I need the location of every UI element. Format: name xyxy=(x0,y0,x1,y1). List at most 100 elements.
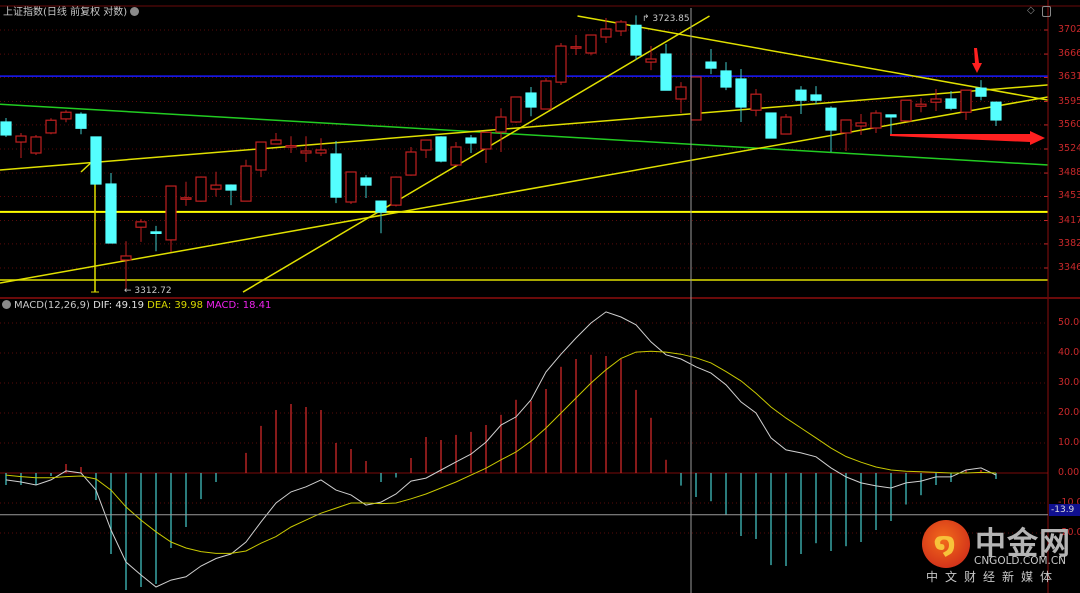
candle-down xyxy=(825,107,837,131)
price-tick-label: 3417 xyxy=(1058,214,1080,226)
dif-value: DIF: 49.19 xyxy=(93,300,144,311)
candle-up xyxy=(45,119,57,134)
macd-params: MACD(12,26,9) xyxy=(14,300,90,311)
candle-up xyxy=(120,255,132,261)
decorations xyxy=(0,0,1080,593)
candle-up xyxy=(495,116,507,133)
candle-up xyxy=(585,34,597,54)
macd-header: MACD(12,26,9) DIF: 49.19 DEA: 39.98 MACD… xyxy=(2,300,271,311)
candle-down xyxy=(330,153,342,198)
candle-down xyxy=(630,24,642,56)
candle-up xyxy=(135,221,147,228)
candle-up xyxy=(840,119,852,134)
candle-up xyxy=(300,150,312,154)
high-price-label: ↱ 3723.85 xyxy=(642,14,690,24)
red-right-arrow xyxy=(890,131,1045,145)
candle-up xyxy=(195,176,207,202)
candle-up xyxy=(615,21,627,32)
candle-up xyxy=(420,139,432,151)
macd-tick-label: 20.00 xyxy=(1058,407,1080,418)
drawn-lines xyxy=(0,15,1049,293)
macd-tick-label: 40.00 xyxy=(1058,347,1080,358)
candle-up xyxy=(930,98,942,103)
candle-up xyxy=(405,151,417,176)
candle-down xyxy=(90,136,102,185)
candle-up xyxy=(690,76,702,121)
candle-down xyxy=(525,92,537,108)
price-tick-label: 3666 xyxy=(1058,48,1080,60)
dea-value: DEA: 39.98 xyxy=(147,300,203,311)
cngold-logo-icon: ໑ xyxy=(922,520,970,568)
candle-down xyxy=(0,121,12,136)
price-tick-label: 3488 xyxy=(1058,167,1080,179)
candle-down xyxy=(810,94,822,101)
candle-up xyxy=(540,80,552,110)
candle-down xyxy=(975,87,987,97)
price-tick-label: 3702 xyxy=(1058,24,1080,35)
macd-value: MACD: 18.41 xyxy=(206,300,272,311)
grid-lines xyxy=(0,29,1048,534)
candle-down xyxy=(705,61,717,69)
candle-down xyxy=(945,98,957,109)
price-tick-label: 3346 xyxy=(1058,261,1080,273)
price-tick-label: 3524 xyxy=(1058,142,1080,154)
cursor-value-badge: -13.9 xyxy=(1049,504,1080,516)
candle-down xyxy=(885,114,897,118)
candle-down xyxy=(375,200,387,213)
candle-up xyxy=(645,58,657,63)
candle-up xyxy=(780,116,792,135)
candle-down xyxy=(735,78,747,108)
candle-up xyxy=(480,131,492,150)
chart-title: 上证指数(日线 前复权 对数) xyxy=(3,7,128,18)
watermark-slogan: 中文财经新媒体 xyxy=(926,570,1060,584)
candle-up xyxy=(570,46,582,49)
chart-canvas[interactable] xyxy=(0,0,1080,593)
candle-up xyxy=(900,99,912,122)
candle-down xyxy=(660,53,672,91)
candle-up xyxy=(240,165,252,202)
candle-up xyxy=(30,136,42,154)
low-price-value: 3312.72 xyxy=(134,286,172,296)
candle-up xyxy=(555,45,567,83)
macd-tick-label: 0.00 xyxy=(1058,467,1080,478)
candle-up xyxy=(180,197,192,200)
candle-down xyxy=(360,177,372,186)
settings-circle-icon[interactable] xyxy=(2,300,11,309)
macd-tick-label: 50.00 xyxy=(1058,317,1080,328)
panel-toggle-icon[interactable] xyxy=(1042,6,1051,17)
macd-tick-label: 30.00 xyxy=(1058,377,1080,388)
macd-panel xyxy=(5,311,997,590)
candle-up xyxy=(675,86,687,100)
candle-down xyxy=(225,184,237,191)
candle-up xyxy=(15,135,27,143)
candle-up xyxy=(270,139,282,145)
candle-up xyxy=(750,93,762,111)
candle-up xyxy=(345,171,357,203)
candle-up xyxy=(210,184,222,190)
diamond-icon[interactable]: ◇ xyxy=(1027,5,1035,16)
price-tick-label: 3595 xyxy=(1058,95,1080,107)
candle-up xyxy=(255,141,267,171)
trend-line xyxy=(242,15,710,293)
candle-up xyxy=(285,145,297,148)
candle-down xyxy=(435,136,447,162)
stock-chart-window: 上证指数(日线 前复权 对数) ◇ MACD(12,26,9) DIF: 49.… xyxy=(0,0,1080,593)
red-down-arrow xyxy=(972,48,982,73)
price-tick-label: 3560 xyxy=(1058,118,1080,130)
candle-up xyxy=(60,111,72,120)
candle-up xyxy=(870,112,882,129)
candle-down xyxy=(795,89,807,101)
candle-up xyxy=(915,103,927,107)
candle-down xyxy=(105,183,117,244)
candle-down xyxy=(765,112,777,139)
candle-down xyxy=(75,113,87,129)
high-price-value: 3723.85 xyxy=(652,14,690,24)
candle-up xyxy=(510,96,522,123)
price-tick-label: 3453 xyxy=(1058,190,1080,202)
chevron-down-icon[interactable] xyxy=(130,7,140,16)
candle-up xyxy=(855,122,867,127)
candle-up xyxy=(390,176,402,206)
candle-up xyxy=(450,146,462,166)
candle-up xyxy=(600,28,612,38)
low-price-label: ← 3312.72 xyxy=(124,286,172,296)
